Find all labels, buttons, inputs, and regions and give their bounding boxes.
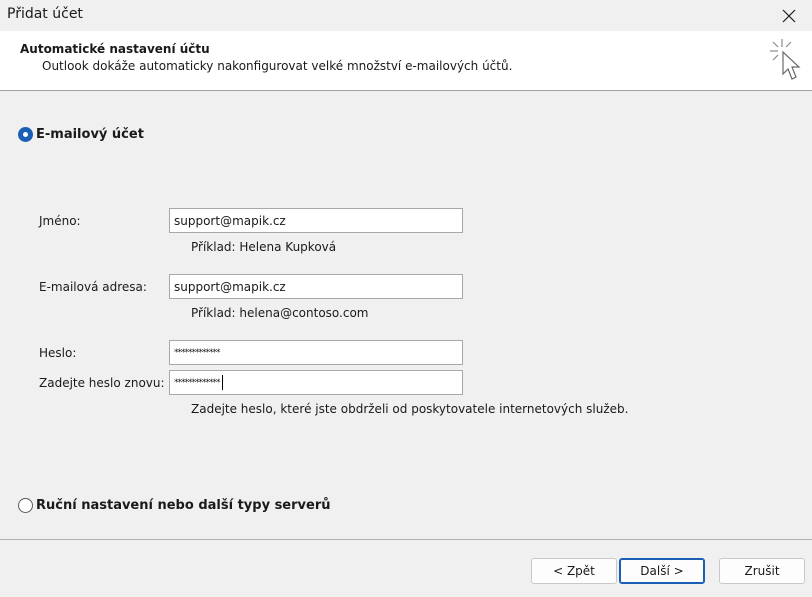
email-label: E-mailová adresa: (39, 280, 147, 294)
password-repeat-field[interactable]: ************* (169, 370, 463, 395)
window-title: Přidat účet (7, 6, 83, 22)
password-hint: Zadejte heslo, které jste obdrželi od po… (191, 402, 629, 416)
manual-setup-radio[interactable] (18, 498, 33, 513)
cancel-button[interactable]: Zrušit (719, 558, 805, 584)
cursor-sparkle-icon (770, 39, 801, 80)
password-label: Heslo: (39, 346, 77, 360)
name-hint: Příklad: Helena Kupková (191, 240, 337, 254)
next-button[interactable]: Další > (619, 558, 705, 584)
name-label: Jméno: (39, 214, 81, 228)
email-account-label[interactable]: E-mailový účet (36, 127, 144, 142)
wizard-header: Automatické nastavení účtu Outlook dokáž… (0, 31, 812, 91)
password-repeat-value: ************* (174, 377, 220, 388)
email-field[interactable] (169, 274, 463, 299)
footer-divider (0, 539, 812, 540)
password-field[interactable]: ************* (169, 340, 463, 365)
email-account-radio[interactable] (18, 127, 33, 142)
name-field[interactable] (169, 208, 463, 233)
header-subtitle: Outlook dokáže automaticky nakonfigurova… (42, 59, 513, 73)
text-caret (221, 375, 223, 390)
manual-setup-label[interactable]: Ruční nastavení nebo další typy serverů (36, 498, 331, 513)
close-icon (782, 9, 796, 22)
password-repeat-label: Zadejte heslo znovu: (39, 376, 165, 390)
email-hint: Příklad: helena@contoso.com (191, 306, 369, 320)
title-bar: Přidat účet (0, 0, 812, 31)
close-button[interactable] (766, 0, 812, 31)
header-title: Automatické nastavení účtu (20, 42, 210, 56)
back-button[interactable]: < Zpět (531, 558, 617, 584)
password-value: ************* (174, 347, 220, 358)
